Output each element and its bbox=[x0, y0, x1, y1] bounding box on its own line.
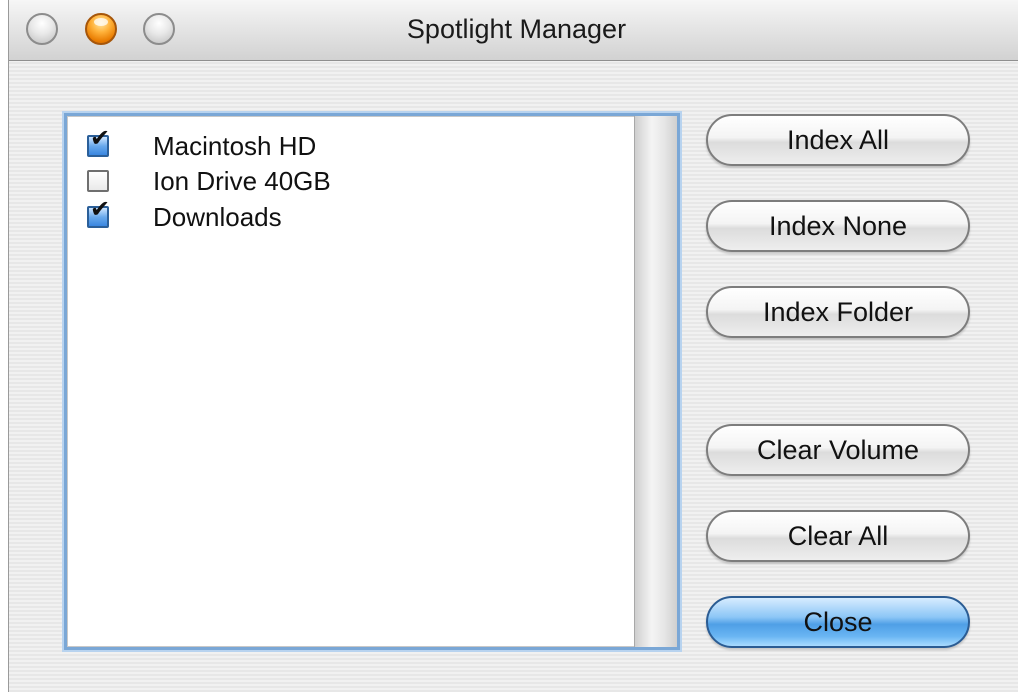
volume-item[interactable]: ✔ Macintosh HD bbox=[87, 127, 316, 165]
volume-label: Downloads bbox=[153, 201, 282, 232]
clear-volume-button[interactable]: Clear Volume bbox=[706, 424, 970, 476]
clear-all-button[interactable]: Clear All bbox=[706, 510, 970, 562]
title-bar[interactable]: Spotlight Manager bbox=[9, 0, 1018, 61]
volume-item[interactable]: ✔ Downloads bbox=[87, 198, 282, 236]
index-folder-button[interactable]: Index Folder bbox=[706, 286, 970, 338]
window-title: Spotlight Manager bbox=[406, 14, 627, 44]
volume-checkbox[interactable]: ✔ bbox=[87, 127, 110, 157]
index-none-button[interactable]: Index None bbox=[706, 200, 970, 252]
volume-label: Ion Drive 40GB bbox=[153, 165, 331, 196]
checkmark-icon: ✔ bbox=[90, 125, 111, 152]
volume-item[interactable]: Ion Drive 40GB bbox=[87, 162, 331, 200]
index-all-button[interactable]: Index All bbox=[706, 114, 970, 166]
volume-list[interactable]: ✔ Macintosh HD Ion Drive 40GB ✔ Download… bbox=[64, 113, 680, 650]
volume-checkbox[interactable] bbox=[87, 170, 109, 192]
checkmark-icon: ✔ bbox=[90, 196, 111, 223]
volume-checkbox[interactable]: ✔ bbox=[87, 198, 110, 228]
spotlight-manager-window: Spotlight Manager ✔ Macintosh HD Ion Dri… bbox=[8, 0, 1018, 692]
scrollbar[interactable] bbox=[634, 116, 677, 647]
close-button[interactable]: Close bbox=[706, 596, 970, 648]
volume-label: Macintosh HD bbox=[153, 130, 317, 161]
